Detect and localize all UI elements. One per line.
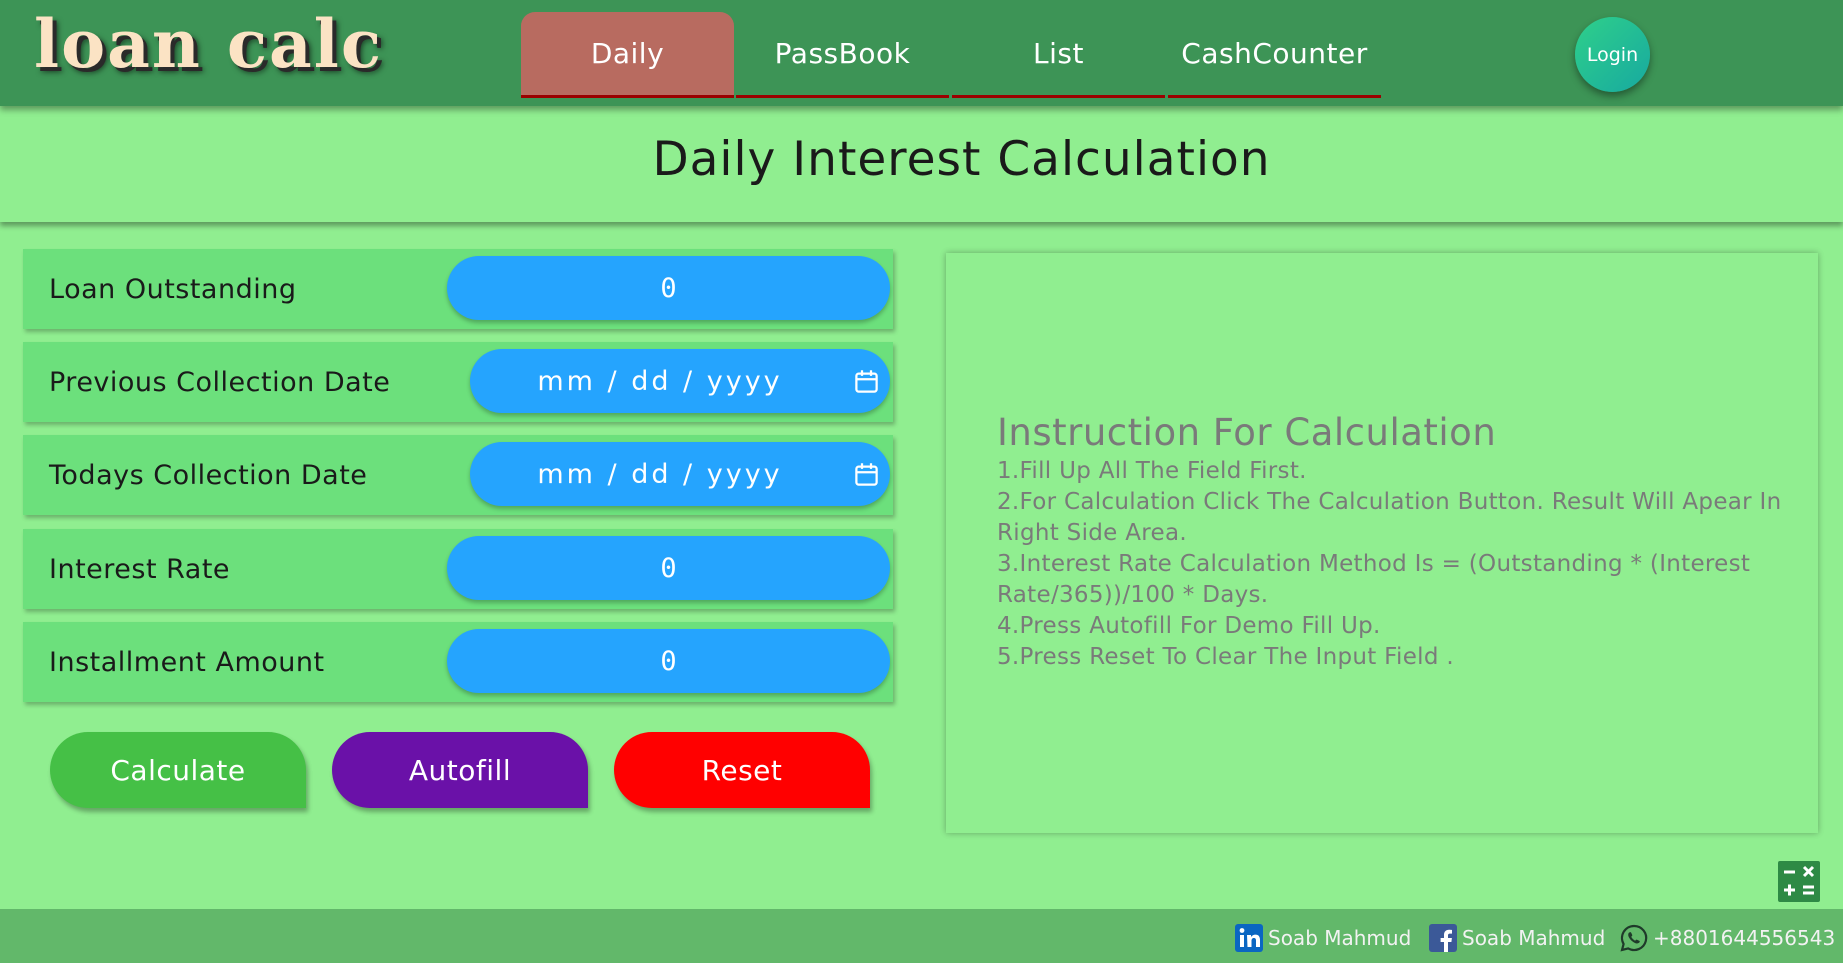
installment-amount-input[interactable]: 0 bbox=[447, 629, 890, 693]
facebook-icon bbox=[1429, 924, 1457, 952]
previous-date-label: Previous Collection Date bbox=[49, 366, 391, 398]
calendar-icon[interactable] bbox=[853, 461, 880, 488]
previous-date-input[interactable]: mm / dd / yyyy bbox=[470, 349, 890, 413]
form-row-loan-outstanding: Loan Outstanding 0 bbox=[23, 249, 893, 329]
form-row-interest-rate: Interest Rate 0 bbox=[23, 529, 893, 609]
instruction-item: 5.Press Reset To Clear The Input Field . bbox=[997, 644, 1454, 670]
facebook-link[interactable]: Soab Mahmud bbox=[1428, 923, 1605, 953]
calendar-icon[interactable] bbox=[853, 368, 880, 395]
autofill-button[interactable]: Autofill bbox=[332, 732, 588, 808]
linkedin-link[interactable]: Soab Mahmud bbox=[1234, 923, 1411, 953]
page-title: Daily Interest Calculation bbox=[652, 131, 1271, 187]
instruction-item: 1.Fill Up All The Field First. bbox=[997, 458, 1307, 484]
tab-daily[interactable]: Daily bbox=[521, 12, 734, 98]
loan-outstanding-label: Loan Outstanding bbox=[49, 273, 297, 305]
previous-date-placeholder: mm / dd / yyyy bbox=[537, 365, 783, 397]
form-row-installment-amount: Installment Amount 0 bbox=[23, 622, 893, 702]
loan-outstanding-input[interactable]: 0 bbox=[447, 256, 890, 320]
tab-list[interactable]: List bbox=[952, 12, 1165, 98]
interest-rate-label: Interest Rate bbox=[49, 553, 231, 585]
todays-date-placeholder: mm / dd / yyyy bbox=[537, 458, 783, 490]
facebook-name: Soab Mahmud bbox=[1462, 926, 1606, 950]
footer: Soab Mahmud Soab Mahmud +8801644556543 bbox=[0, 909, 1843, 963]
interest-rate-input[interactable]: 0 bbox=[447, 536, 890, 600]
whatsapp-number: +8801644556543 bbox=[1653, 926, 1836, 950]
instruction-item: 2.For Calculation Click The Calculation … bbox=[997, 489, 1782, 546]
whatsapp-link[interactable]: +8801644556543 bbox=[1619, 923, 1835, 953]
title-band: Daily Interest Calculation bbox=[0, 106, 1843, 222]
app-logo[interactable]: loan calc bbox=[34, 6, 383, 82]
calculator-icon[interactable] bbox=[1778, 861, 1820, 902]
login-button[interactable]: Login bbox=[1575, 17, 1650, 92]
form-row-todays-date: Todays Collection Date mm / dd / yyyy bbox=[23, 435, 893, 515]
tab-passbook[interactable]: PassBook bbox=[736, 12, 949, 98]
whatsapp-icon bbox=[1620, 924, 1648, 952]
linkedin-name: Soab Mahmud bbox=[1268, 926, 1412, 950]
installment-amount-label: Installment Amount bbox=[49, 646, 325, 678]
todays-date-input[interactable]: mm / dd / yyyy bbox=[470, 442, 890, 506]
reset-button[interactable]: Reset bbox=[614, 732, 870, 808]
result-panel: Instruction For Calculation 1.Fill Up Al… bbox=[946, 253, 1818, 833]
instruction-item: 3.Interest Rate Calculation Method Is = … bbox=[997, 551, 1751, 608]
tab-cashcounter[interactable]: CashCounter bbox=[1168, 12, 1381, 98]
instructions: Instruction For Calculation 1.Fill Up Al… bbox=[997, 411, 1787, 673]
linkedin-icon bbox=[1235, 924, 1263, 952]
header: loan calc Daily PassBook List CashCounte… bbox=[0, 0, 1843, 106]
todays-date-label: Todays Collection Date bbox=[49, 459, 368, 491]
instruction-item: 4.Press Autofill For Demo Fill Up. bbox=[997, 613, 1381, 639]
calculate-button[interactable]: Calculate bbox=[50, 732, 306, 808]
form-row-previous-date: Previous Collection Date mm / dd / yyyy bbox=[23, 342, 893, 422]
instructions-heading: Instruction For Calculation bbox=[997, 411, 1497, 454]
